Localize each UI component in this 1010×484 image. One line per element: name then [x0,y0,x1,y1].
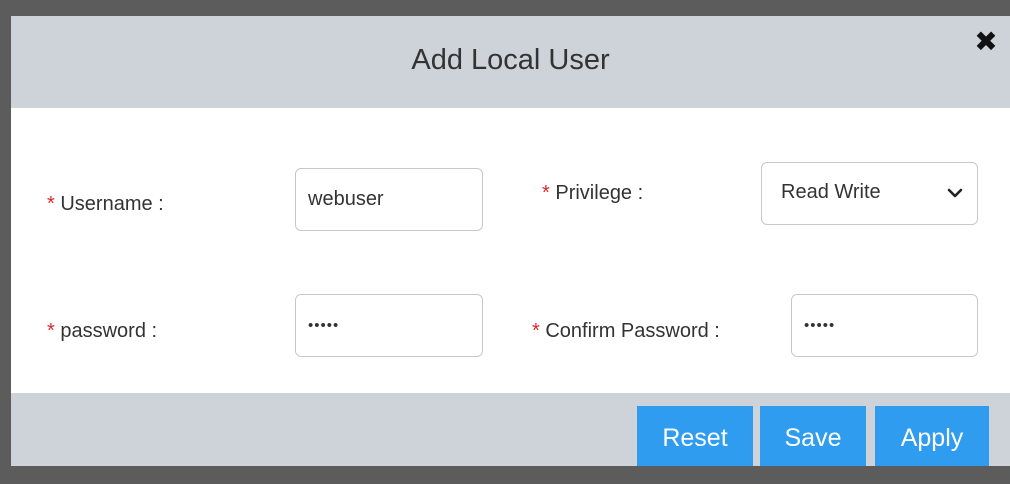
required-mark: * [47,320,55,342]
add-local-user-dialog: Add Local User ✖ * Username : * Privileg… [11,16,1010,466]
confirm-password-label-text: Confirm Password : [545,320,720,342]
password-input[interactable] [295,294,483,357]
chevron-down-icon [947,188,963,198]
apply-button[interactable]: Apply [875,406,989,466]
username-label: * Username : [47,193,164,216]
username-input[interactable] [295,168,483,231]
reset-button[interactable]: Reset [637,406,753,466]
dialog-title: Add Local User [411,44,610,76]
password-label: * password : [47,320,157,343]
dialog-footer: Reset Save Apply [11,393,1010,466]
privilege-selected-value: Read Write [781,181,881,203]
privilege-select[interactable]: Read Write [761,162,978,225]
close-icon[interactable]: ✖ [970,26,1002,58]
password-label-text: password : [60,320,158,342]
required-mark: * [542,182,550,204]
privilege-label: * Privilege : [542,182,643,205]
required-mark: * [532,320,540,342]
username-label-text: Username : [60,193,164,215]
required-mark: * [47,193,55,215]
privilege-label-text: Privilege : [555,182,644,204]
confirm-password-input[interactable] [791,294,978,357]
dialog-header: Add Local User ✖ [11,16,1010,108]
save-button[interactable]: Save [760,406,866,466]
confirm-password-label: * Confirm Password : [532,320,720,343]
